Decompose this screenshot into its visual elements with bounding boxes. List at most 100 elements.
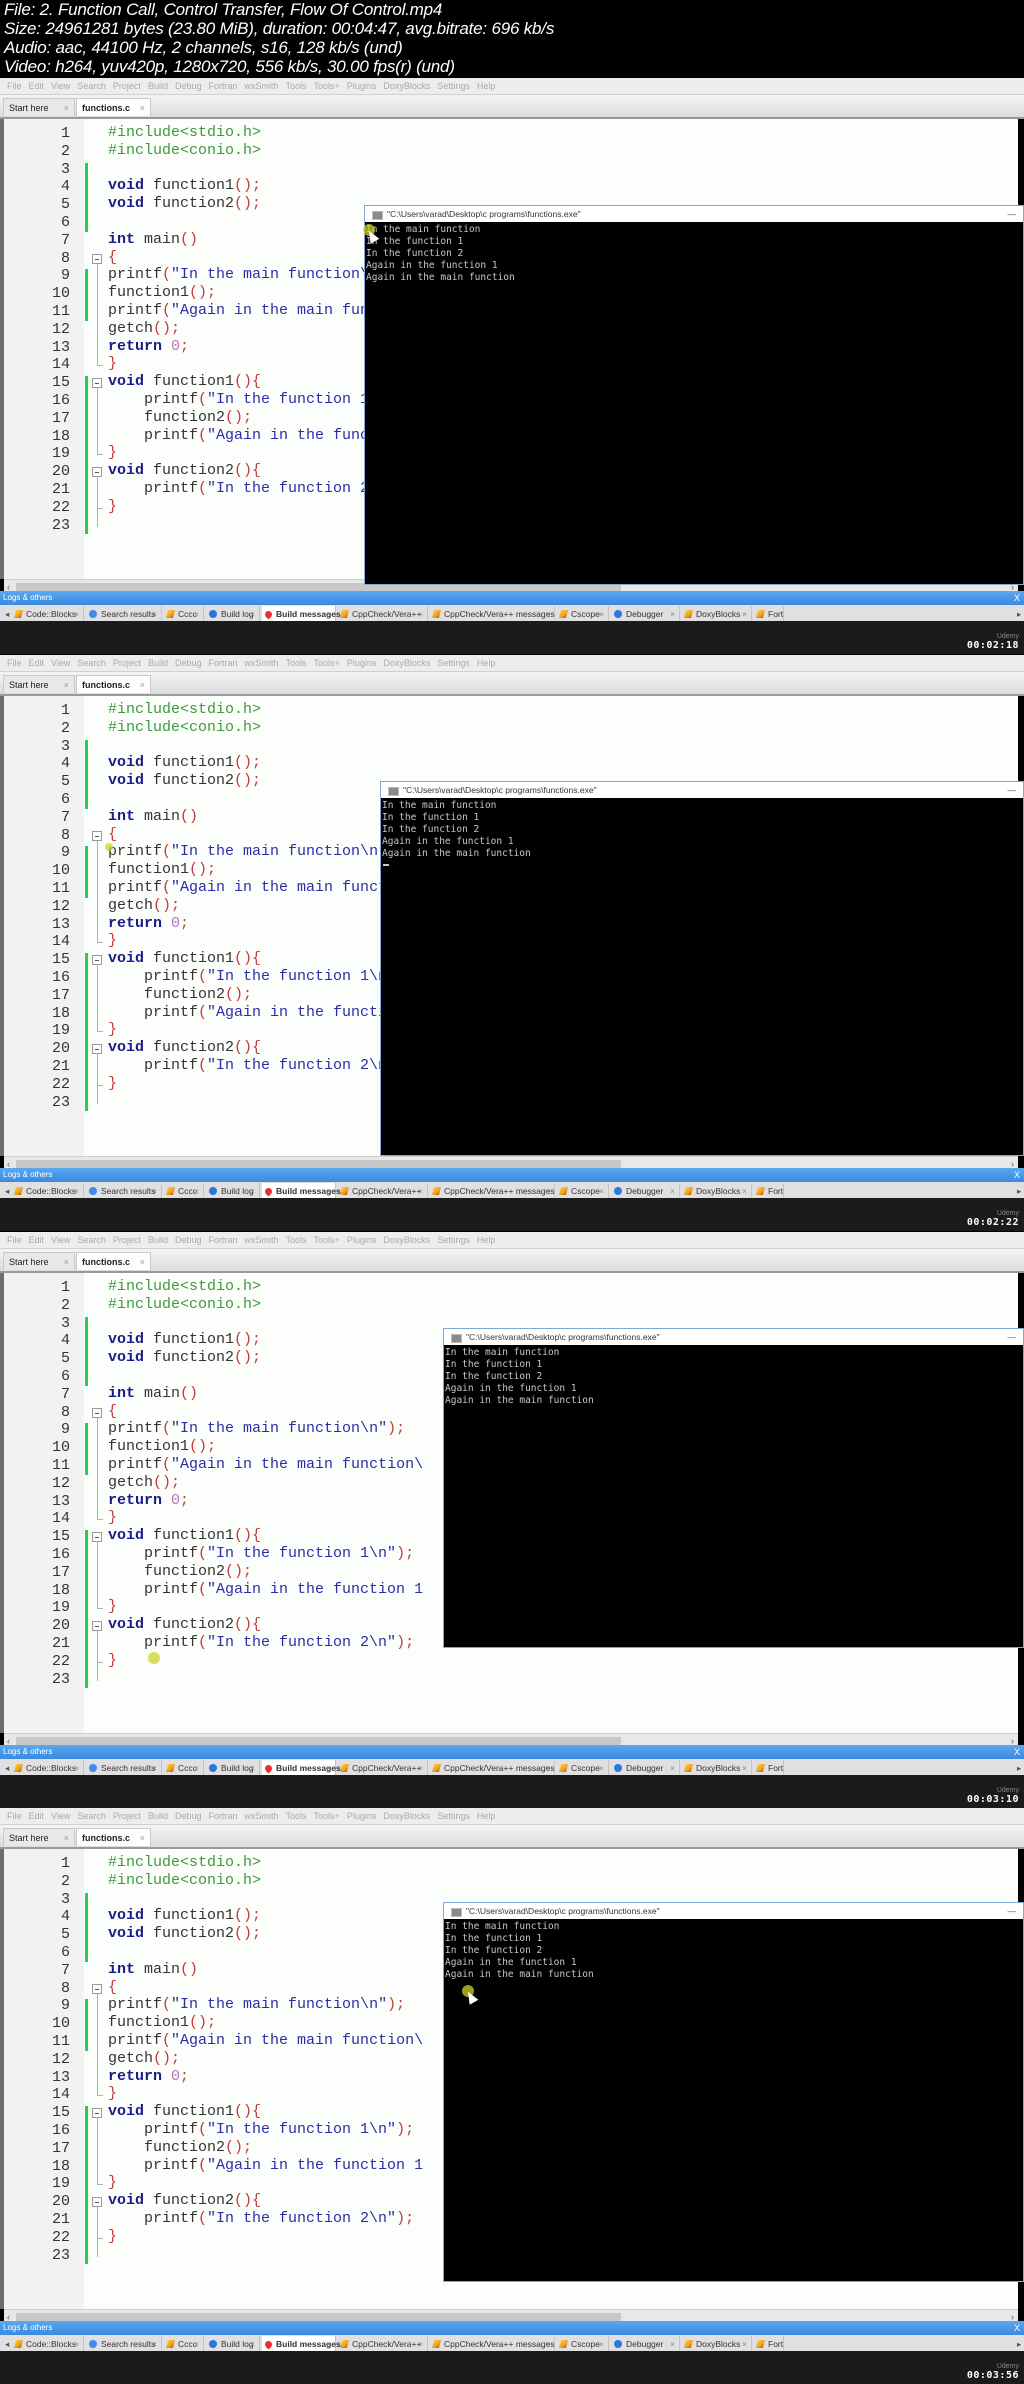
menu-item-edit[interactable]: Edit	[29, 1811, 45, 1821]
log-tab-build-log[interactable]: Build log ×	[206, 1183, 260, 1198]
menu-item-view[interactable]: View	[51, 81, 70, 91]
close-tab-icon[interactable]: ×	[599, 1183, 604, 1198]
menu-item-view[interactable]: View	[51, 1811, 70, 1821]
menu-item-fortran[interactable]: Fortran	[208, 1811, 237, 1821]
close-tab-icon[interactable]: ×	[64, 676, 69, 694]
menu-item-wxsmith[interactable]: wxSmith	[245, 1811, 279, 1821]
close-tab-icon[interactable]: ×	[74, 1183, 79, 1198]
log-tab-cccc[interactable]: Cccc ×	[164, 1183, 204, 1198]
menu-item-plugins[interactable]: Plugins	[347, 1811, 377, 1821]
menu-item-edit[interactable]: Edit	[29, 1235, 45, 1245]
close-tab-icon[interactable]: ×	[194, 1183, 199, 1198]
fold-toggle-icon[interactable]	[92, 1044, 102, 1055]
close-tab-icon[interactable]: ×	[194, 1760, 199, 1775]
log-tab-build-messages[interactable]: Build messages ×	[262, 1183, 341, 1198]
close-tab-icon[interactable]: ×	[418, 606, 423, 621]
menu-item-fortran[interactable]: Fortran	[208, 658, 237, 668]
close-tab-icon[interactable]: ×	[152, 2336, 157, 2351]
close-tab-icon[interactable]: ×	[418, 1760, 423, 1775]
tabs-scroll-left-icon[interactable]: ◂	[2, 606, 12, 621]
close-tab-icon[interactable]: ×	[545, 1760, 550, 1775]
log-tab-search-results[interactable]: Search results ×	[86, 2336, 162, 2351]
minimize-button[interactable]: —	[1008, 782, 1017, 798]
menu-item-help[interactable]: Help	[477, 658, 496, 668]
fold-toggle-icon[interactable]	[92, 955, 102, 966]
close-tab-icon[interactable]: ×	[599, 606, 604, 621]
close-tab-icon[interactable]: ×	[140, 1829, 145, 1847]
close-tab-icon[interactable]: ×	[152, 1183, 157, 1198]
menu-item-tools[interactable]: Tools+	[314, 1235, 340, 1245]
console-window[interactable]: "C:\Users\varad\Desktop\c programs\funct…	[443, 1902, 1024, 2282]
close-panel-button[interactable]: X	[1014, 2321, 1020, 2335]
menu-item-fortran[interactable]: Fortran	[208, 1235, 237, 1245]
menu-item-wxsmith[interactable]: wxSmith	[245, 1235, 279, 1245]
menu-item-help[interactable]: Help	[477, 1811, 496, 1821]
menu-item-tools[interactable]: Tools+	[314, 1811, 340, 1821]
tabs-scroll-left-icon[interactable]: ◂	[2, 1183, 12, 1198]
menu-item-build[interactable]: Build	[148, 81, 168, 91]
menu-item-plugins[interactable]: Plugins	[347, 658, 377, 668]
close-tab-icon[interactable]: ×	[599, 1760, 604, 1775]
fold-toggle-icon[interactable]	[92, 830, 102, 841]
menu-item-debug[interactable]: Debug	[175, 1811, 202, 1821]
minimize-button[interactable]: —	[1008, 206, 1017, 222]
close-tab-icon[interactable]: ×	[545, 2336, 550, 2351]
scrollbar-thumb[interactable]	[16, 1737, 621, 1745]
close-panel-button[interactable]: X	[1014, 1168, 1020, 1182]
menu-item-project[interactable]: Project	[113, 1235, 141, 1245]
menu-item-wxsmith[interactable]: wxSmith	[245, 81, 279, 91]
log-tab-build-messages[interactable]: Build messages ×	[262, 1760, 341, 1775]
menu-item-file[interactable]: File	[7, 1811, 22, 1821]
log-tab-build-messages[interactable]: Build messages ×	[262, 2336, 341, 2351]
close-tab-icon[interactable]: ×	[742, 606, 747, 621]
editor-tab-functions-c[interactable]: functions.c ×	[76, 98, 151, 116]
log-tab-code-blocks[interactable]: Code::Blocks ×	[12, 1183, 84, 1198]
menu-item-tools[interactable]: Tools+	[314, 81, 340, 91]
menu-item-search[interactable]: Search	[77, 658, 106, 668]
menu-item-settings[interactable]: Settings	[437, 81, 470, 91]
menu-item-tools[interactable]: Tools	[286, 1811, 307, 1821]
log-tab-debugger[interactable]: Debugger ×	[611, 1760, 680, 1775]
close-tab-icon[interactable]: ×	[670, 2336, 675, 2351]
minimize-button[interactable]: —	[1008, 1329, 1017, 1345]
close-tab-icon[interactable]: ×	[140, 676, 145, 694]
fold-toggle-icon[interactable]	[92, 1532, 102, 1543]
menu-item-search[interactable]: Search	[77, 81, 106, 91]
close-tab-icon[interactable]: ×	[670, 1760, 675, 1775]
menu-item-edit[interactable]: Edit	[29, 658, 45, 668]
menu-item-plugins[interactable]: Plugins	[347, 81, 377, 91]
log-tab-fort[interactable]: Fort	[754, 606, 784, 621]
log-tab-fort[interactable]: Fort	[754, 1760, 784, 1775]
editor-tab-start-here[interactable]: Start here ×	[3, 1252, 75, 1270]
log-tab-cppcheck-vera-[interactable]: CppCheck/Vera++ ×	[338, 606, 428, 621]
log-tab-debugger[interactable]: Debugger ×	[611, 1183, 680, 1198]
log-tab-doxyblocks[interactable]: DoxyBlocks ×	[682, 2336, 752, 2351]
close-tab-icon[interactable]: ×	[742, 1183, 747, 1198]
menu-item-file[interactable]: File	[7, 658, 22, 668]
fold-toggle-icon[interactable]	[92, 2108, 102, 2119]
tabs-scroll-left-icon[interactable]: ◂	[2, 2336, 12, 2351]
console-title-bar[interactable]: "C:\Users\varad\Desktop\c programs\funct…	[381, 782, 1023, 798]
close-tab-icon[interactable]: ×	[250, 2336, 255, 2351]
menu-item-plugins[interactable]: Plugins	[347, 1235, 377, 1245]
console-window[interactable]: "C:\Users\varad\Desktop\c programs\funct…	[443, 1328, 1024, 1648]
menu-item-project[interactable]: Project	[113, 1811, 141, 1821]
log-tab-fort[interactable]: Fort	[754, 1183, 784, 1198]
menu-item-doxyblocks[interactable]: DoxyBlocks	[383, 1811, 430, 1821]
tabs-scroll-right-icon[interactable]: ▸	[1014, 606, 1021, 621]
menu-item-view[interactable]: View	[51, 1235, 70, 1245]
menu-item-debug[interactable]: Debug	[175, 81, 202, 91]
menu-item-build[interactable]: Build	[148, 1811, 168, 1821]
console-title-bar[interactable]: "C:\Users\varad\Desktop\c programs\funct…	[444, 1329, 1023, 1345]
fold-toggle-icon[interactable]	[92, 378, 102, 389]
close-tab-icon[interactable]: ×	[599, 2336, 604, 2351]
menu-item-project[interactable]: Project	[113, 81, 141, 91]
close-tab-icon[interactable]: ×	[545, 1183, 550, 1198]
close-tab-icon[interactable]: ×	[250, 606, 255, 621]
log-tab-build-log[interactable]: Build log ×	[206, 2336, 260, 2351]
log-tab-search-results[interactable]: Search results ×	[86, 1183, 162, 1198]
log-tab-cscope[interactable]: Cscope ×	[557, 606, 609, 621]
log-tab-doxyblocks[interactable]: DoxyBlocks ×	[682, 1183, 752, 1198]
log-tab-debugger[interactable]: Debugger ×	[611, 2336, 680, 2351]
close-tab-icon[interactable]: ×	[742, 2336, 747, 2351]
